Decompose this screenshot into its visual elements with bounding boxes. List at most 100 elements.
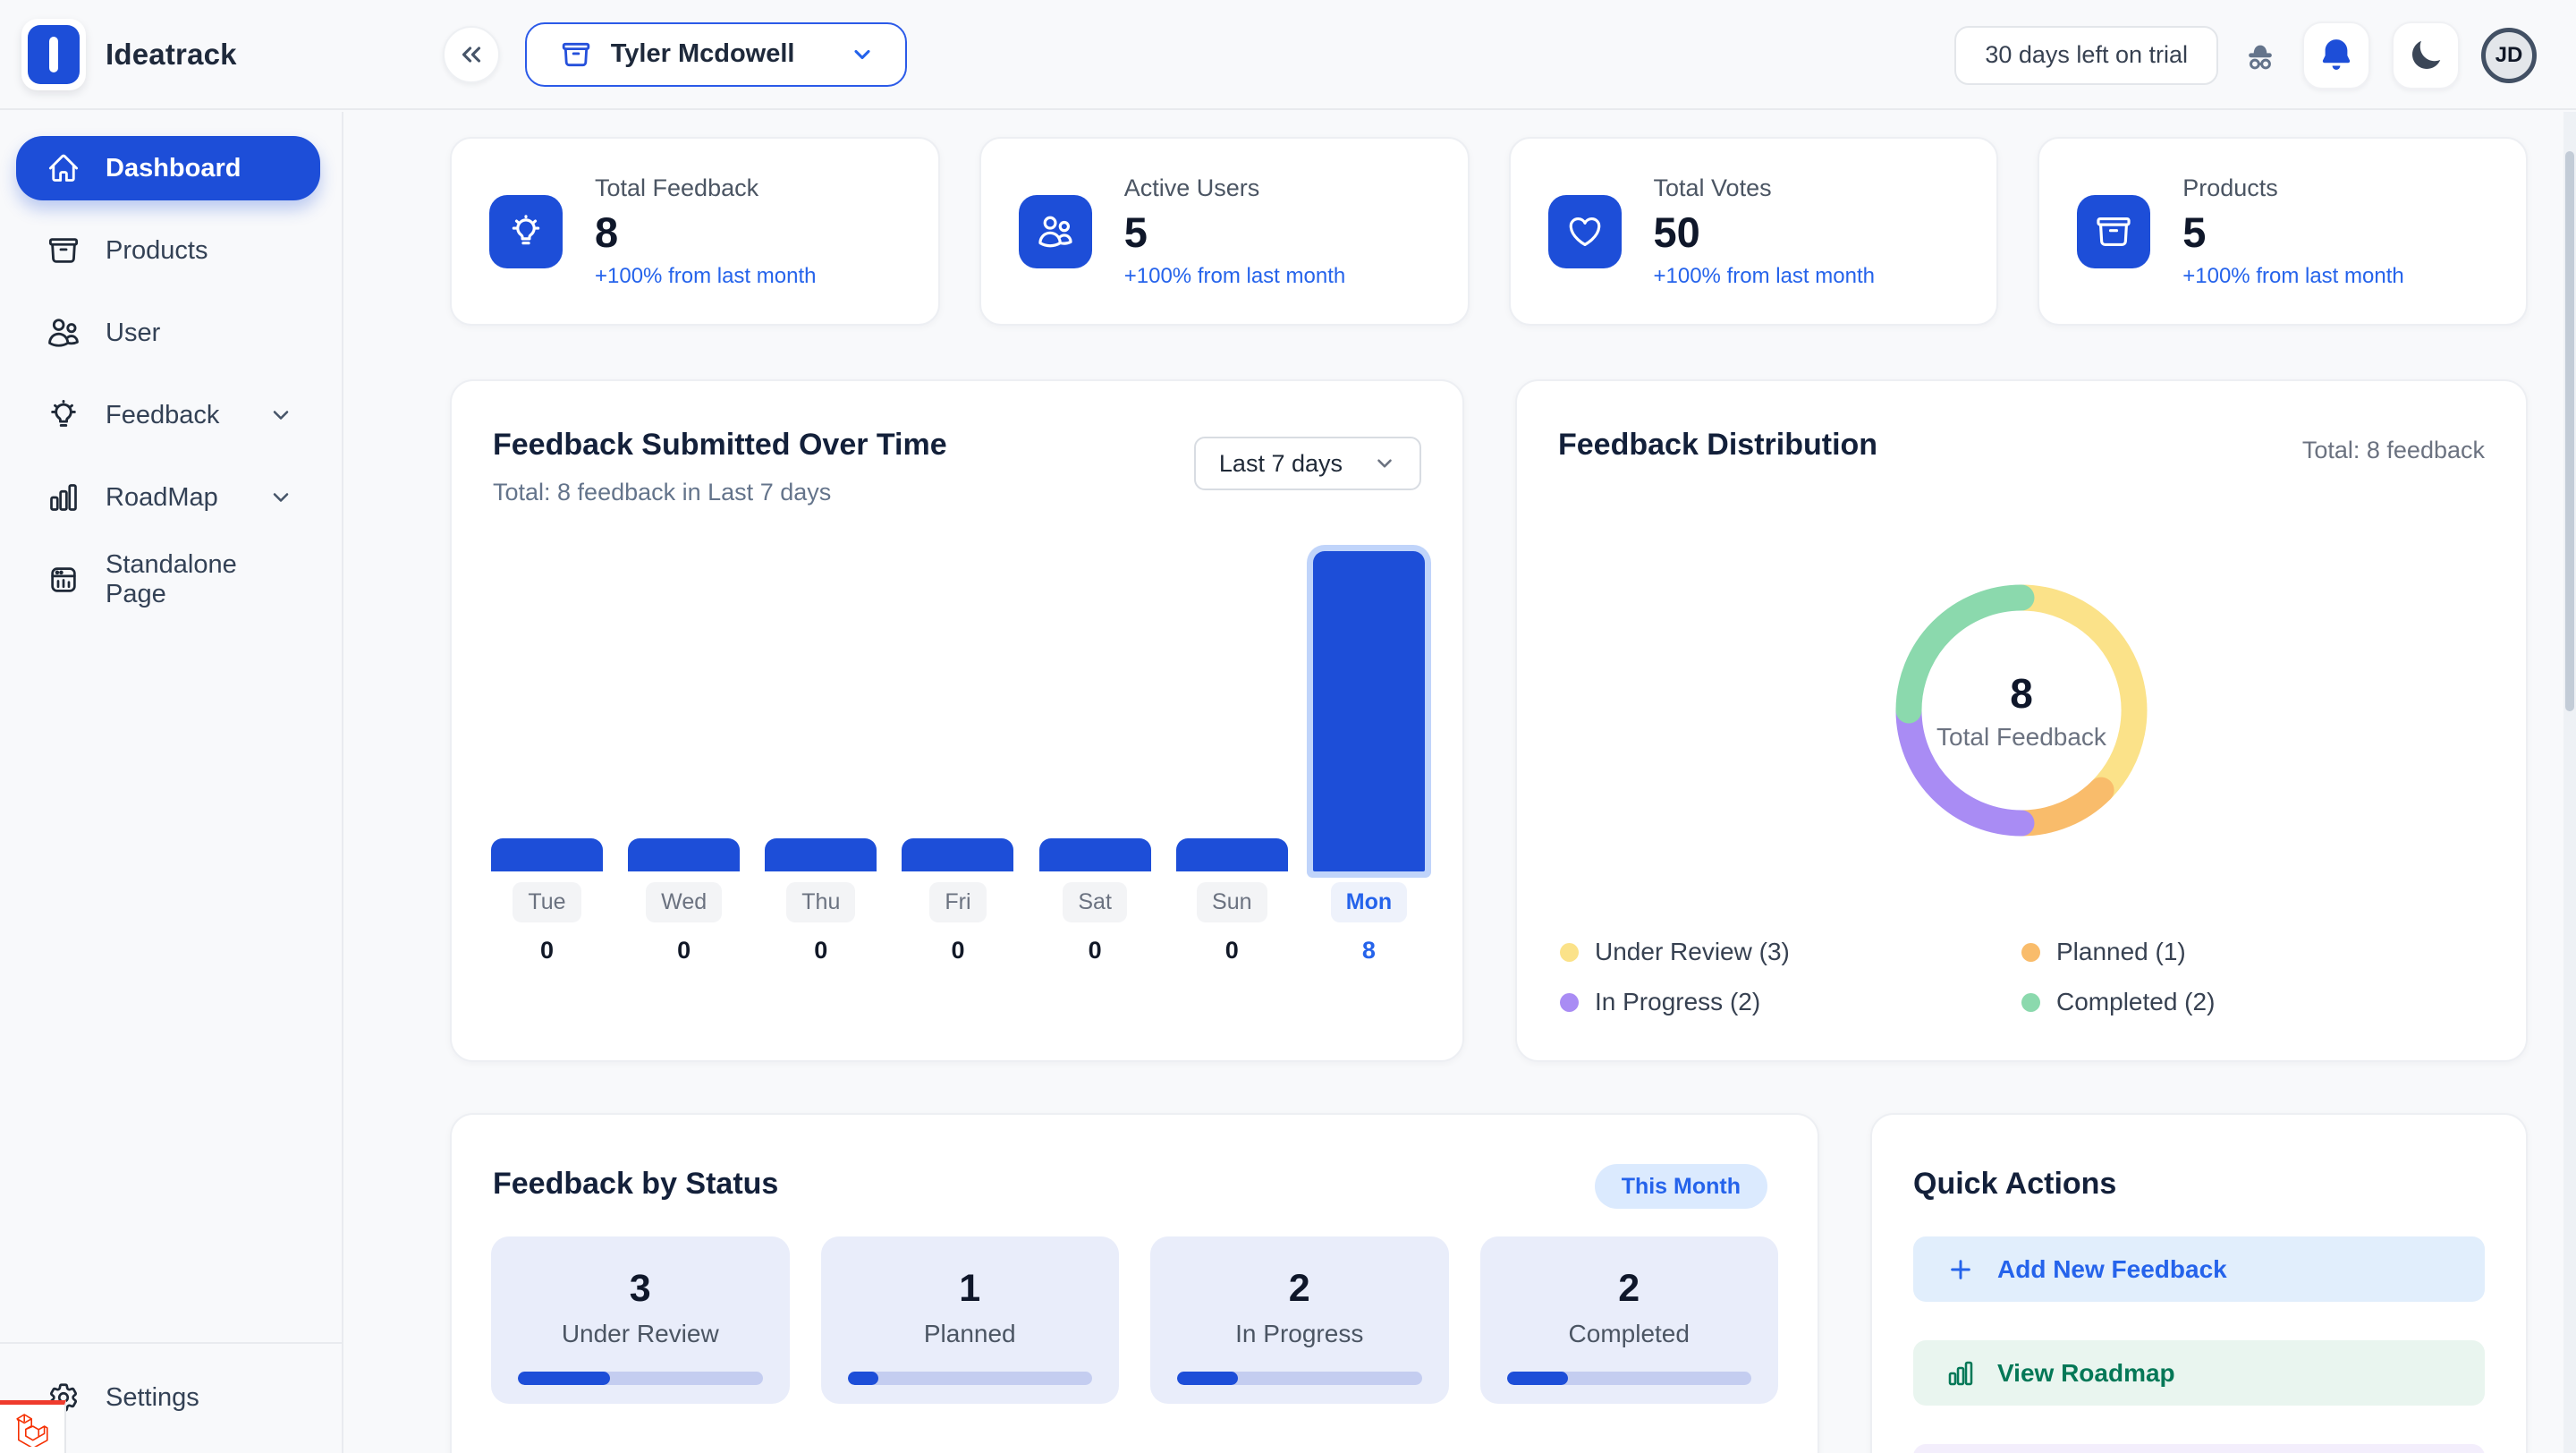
incognito-icon[interactable] (2240, 35, 2281, 76)
sidebar-item-user[interactable]: User (16, 301, 320, 365)
legend-dot (2021, 943, 2040, 962)
legend-planned: Planned (1) (2021, 938, 2483, 966)
laravel-icon (13, 1411, 51, 1447)
quick-actions-title: Quick Actions (1913, 1167, 2116, 1202)
bar-sun[interactable] (1176, 838, 1288, 871)
donut-title: Feedback Distribution (1558, 428, 1877, 463)
bar-label-fri: Fri 0 (902, 882, 1013, 964)
sidebar-item-dashboard[interactable]: Dashboard (16, 136, 320, 200)
scrollbar-thumb[interactable] (2565, 151, 2574, 711)
donut-chart[interactable]: 8 Total Feedback (1878, 567, 2165, 854)
bar-label-mon: Mon 8 (1313, 882, 1425, 964)
status-tile-in-progress: 2 In Progress (1150, 1236, 1449, 1404)
bar-label-sun: Sun 0 (1176, 882, 1288, 964)
workspace-name: Tyler Mcdowell (611, 39, 795, 69)
bar-fri[interactable] (902, 838, 1013, 871)
legend-completed: Completed (2) (2021, 988, 2483, 1016)
app-logo (21, 19, 86, 90)
status-tile-under-review: 3 Under Review (491, 1236, 790, 1404)
sidebar-item-standalone-page[interactable]: Standalone Page (16, 548, 320, 612)
sidebar-item-label: Products (106, 236, 208, 266)
lightbulb-icon (489, 195, 563, 268)
feedback-by-status-card: Feedback by Status This Month 3 Under Re… (450, 1113, 1819, 1453)
chevron-down-icon (1373, 452, 1396, 475)
bar-chart-labels: Tue 0 Wed 0 Thu 0 Fri 0 Sat 0 Sun 0 (491, 882, 1425, 964)
bar-label-tue: Tue 0 (491, 882, 603, 964)
archive-box-icon (47, 234, 80, 268)
progress-bar (1177, 1372, 1422, 1385)
stat-card-total-votes: Total Votes 50 +100% from last month (1509, 137, 1999, 326)
plus-icon (1946, 1255, 1975, 1284)
stat-card-products: Products 5 +100% from last month (2038, 137, 2528, 326)
bar-chart (491, 542, 1425, 871)
this-month-badge: This Month (1595, 1164, 1767, 1209)
chart-subtitle: Total: 8 feedback in Last 7 days (493, 479, 947, 506)
stats-row: Total Feedback 8 +100% from last month A… (450, 137, 2528, 326)
stat-card-active-users: Active Users 5 +100% from last month (979, 137, 1470, 326)
add-new-feedback-button[interactable]: Add New Feedback (1913, 1236, 2485, 1302)
donut-center-label: Total Feedback (1936, 723, 2106, 752)
stat-label: Total Votes (1654, 174, 1875, 202)
progress-bar (848, 1372, 1093, 1385)
legend-under-review: Under Review (3) (1560, 938, 2021, 966)
chevron-down-icon (850, 42, 875, 67)
sidebar-collapse-button[interactable] (443, 26, 500, 83)
quick-action-partial[interactable] (1913, 1444, 2485, 1453)
sidebar-item-roadmap[interactable]: RoadMap (16, 465, 320, 530)
main-content: Total Feedback 8 +100% from last month A… (343, 112, 2576, 1453)
donut-total-label: Total: 8 feedback (2302, 437, 2485, 464)
legend-dot (1560, 943, 1579, 962)
heart-icon (1548, 195, 1622, 268)
status-tile-planned: 1 Planned (821, 1236, 1120, 1404)
sidebar-item-label: RoadMap (106, 483, 218, 513)
stat-label: Total Feedback (595, 174, 816, 202)
legend-in-progress: In Progress (2) (1560, 988, 2021, 1016)
progress-bar (518, 1372, 763, 1385)
stat-label: Products (2182, 174, 2403, 202)
bar-wed[interactable] (628, 838, 740, 871)
sidebar-item-label: Settings (106, 1383, 199, 1413)
debugbar-toggle[interactable] (0, 1400, 66, 1453)
sidebar-item-label: Feedback (106, 401, 219, 430)
donut-center-value: 8 (2010, 669, 2033, 718)
sidebar-item-products[interactable]: Products (16, 218, 320, 283)
stat-delta: +100% from last month (1124, 264, 1345, 289)
chevron-down-icon (268, 485, 293, 510)
donut-legend: Under Review (3) Planned (1) In Progress… (1560, 938, 2483, 1016)
progress-bar (1507, 1372, 1752, 1385)
range-selector-value: Last 7 days (1219, 450, 1343, 478)
chart-bar-icon (1946, 1359, 1975, 1388)
stat-delta: +100% from last month (1654, 264, 1875, 289)
bar-sat[interactable] (1039, 838, 1151, 871)
bar-label-wed: Wed 0 (628, 882, 740, 964)
feedback-distribution-card: Feedback Distribution Total: 8 feedback … (1515, 379, 2528, 1062)
sidebar-item-feedback[interactable]: Feedback (16, 383, 320, 447)
bar-mon[interactable] (1313, 551, 1425, 871)
stat-delta: +100% from last month (595, 264, 816, 289)
range-selector[interactable]: Last 7 days (1194, 437, 1421, 490)
view-roadmap-button[interactable]: View Roadmap (1913, 1340, 2485, 1406)
user-avatar[interactable]: JD (2481, 28, 2537, 83)
sidebar: Dashboard Products User Feedback (0, 112, 343, 1453)
sidebar-item-label: User (106, 319, 160, 348)
feedback-over-time-card: Feedback Submitted Over Time Total: 8 fe… (450, 379, 1464, 1062)
archive-box-icon (561, 39, 591, 70)
stat-label: Active Users (1124, 174, 1345, 202)
bar-thu[interactable] (765, 838, 877, 871)
dark-mode-toggle[interactable] (2392, 21, 2460, 89)
stat-value: 5 (2182, 208, 2403, 257)
workspace-selector[interactable]: Tyler Mcdowell (525, 22, 908, 87)
notifications-button[interactable] (2302, 21, 2370, 89)
legend-dot (2021, 993, 2040, 1012)
sidebar-item-label: Standalone Page (106, 550, 293, 609)
bar-label-sat: Sat 0 (1039, 882, 1151, 964)
bar-tue[interactable] (491, 838, 603, 871)
stat-value: 5 (1124, 208, 1345, 257)
panel-icon (47, 563, 80, 597)
bell-icon (2317, 36, 2356, 75)
chart-bar-icon (47, 480, 80, 514)
stat-delta: +100% from last month (2182, 264, 2403, 289)
moon-icon (2408, 38, 2444, 73)
lightbulb-icon (47, 398, 80, 432)
status-title: Feedback by Status (493, 1167, 778, 1202)
